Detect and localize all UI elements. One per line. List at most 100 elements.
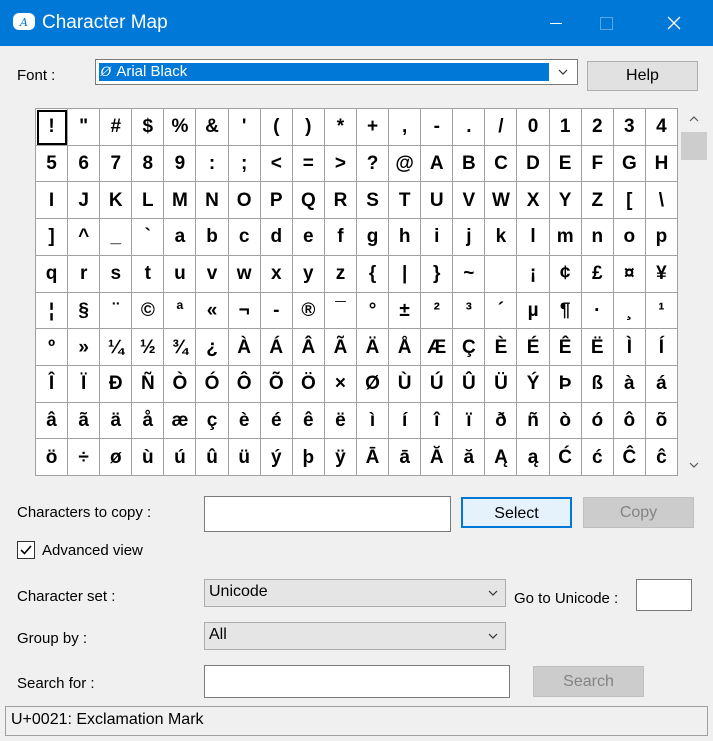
character-cell[interactable]: e — [292, 219, 325, 256]
character-cell[interactable]: ó — [581, 402, 614, 440]
character-cell[interactable]: M — [164, 182, 197, 220]
character-cell[interactable]: A — [421, 145, 454, 183]
minimize-button[interactable] — [534, 0, 578, 46]
character-cell[interactable]: À — [228, 329, 261, 366]
character-cell[interactable]: × — [324, 365, 357, 403]
character-cell[interactable]: ö — [36, 439, 69, 476]
character-cell[interactable]: â — [36, 402, 69, 440]
character-cell[interactable]: G — [613, 145, 646, 183]
character-cell[interactable]: 2 — [581, 109, 614, 146]
character-cell[interactable]: Ø — [356, 365, 390, 403]
character-cell[interactable]: h — [389, 219, 422, 256]
character-cell[interactable]: N — [196, 182, 229, 220]
character-cell[interactable]: 4 — [645, 109, 678, 146]
character-cell[interactable]: z — [324, 255, 357, 293]
character-cell[interactable]: é — [260, 402, 293, 440]
character-cell[interactable]: 7 — [100, 145, 133, 183]
character-cell[interactable]: Í — [645, 329, 678, 366]
character-cell[interactable]: ¤ — [613, 255, 646, 293]
character-cell[interactable]: + — [356, 109, 390, 146]
character-cell[interactable]: E — [549, 145, 582, 183]
character-cell[interactable]: > — [324, 145, 357, 183]
character-cell[interactable]: l — [517, 219, 550, 256]
character-cell[interactable]: Ó — [196, 365, 229, 403]
character-cell[interactable]: á — [645, 365, 678, 403]
character-cell[interactable]: } — [421, 255, 454, 293]
character-cell[interactable]: ¾ — [164, 329, 197, 366]
close-button[interactable] — [652, 0, 696, 46]
help-button[interactable]: Help — [587, 61, 698, 91]
go-to-unicode-input[interactable] — [636, 579, 692, 611]
character-cell[interactable]: Õ — [260, 365, 293, 403]
character-cell[interactable]: í — [389, 402, 422, 440]
character-cell[interactable]: Ç — [453, 329, 486, 366]
character-cell[interactable]: ă — [453, 439, 486, 476]
character-cell[interactable]: 0 — [517, 109, 550, 146]
character-cell[interactable]: ¥ — [645, 255, 678, 293]
character-cell[interactable]: * — [324, 109, 357, 146]
character-cell[interactable]: u — [164, 255, 197, 293]
character-cell[interactable]: Ã — [324, 329, 357, 366]
character-cell[interactable]: õ — [645, 402, 678, 440]
character-cell[interactable]: ß — [581, 365, 614, 403]
character-cell[interactable]: Y — [549, 182, 582, 220]
character-cell[interactable]: / — [485, 109, 518, 146]
character-cell[interactable]: ¼ — [100, 329, 133, 366]
character-cell[interactable]: Ĉ — [613, 439, 646, 476]
character-cell[interactable]: È — [485, 329, 518, 366]
character-cell[interactable]: ¸ — [613, 292, 646, 330]
character-cell[interactable]: U — [421, 182, 454, 220]
character-cell[interactable]: Â — [292, 329, 325, 366]
character-cell[interactable]: $ — [132, 109, 165, 146]
character-cell[interactable]: · — [581, 292, 614, 330]
character-cell[interactable]: , — [389, 109, 422, 146]
character-cell[interactable]: ā — [389, 439, 422, 476]
character-cell[interactable]: H — [645, 145, 678, 183]
scroll-thumb[interactable] — [681, 132, 707, 160]
character-cell[interactable]: 1 — [549, 109, 582, 146]
character-cell[interactable]: Ä — [356, 329, 390, 366]
character-set-dropdown[interactable]: Unicode — [204, 579, 506, 607]
character-cell[interactable]: ì — [356, 402, 390, 440]
character-cell[interactable]: Ò — [164, 365, 197, 403]
character-cell[interactable]: g — [356, 219, 390, 256]
character-cell[interactable]: ã — [68, 402, 101, 440]
character-cell[interactable]: µ — [517, 292, 550, 330]
character-cell[interactable]: _ — [100, 219, 133, 256]
character-cell[interactable]: ç — [196, 402, 229, 440]
character-cell[interactable]: m — [549, 219, 582, 256]
character-cell[interactable]: Ð — [100, 365, 133, 403]
character-cell[interactable]: ð — [485, 402, 518, 440]
advanced-view-checkbox[interactable] — [17, 541, 35, 559]
character-cell[interactable]: î — [421, 402, 454, 440]
character-cell[interactable]: ý — [260, 439, 293, 476]
character-cell[interactable]: ^ — [68, 219, 101, 256]
character-cell[interactable]: I — [36, 182, 69, 220]
character-cell[interactable]: ¹ — [645, 292, 678, 330]
character-cell[interactable]: à — [613, 365, 646, 403]
character-cell[interactable]: Q — [292, 182, 325, 220]
character-cell[interactable]: i — [421, 219, 454, 256]
character-cell[interactable]: C — [485, 145, 518, 183]
character-cell[interactable]: ä — [100, 402, 133, 440]
character-cell[interactable]: J — [68, 182, 101, 220]
font-dropdown[interactable]: Ø Arial Black — [95, 59, 578, 85]
character-cell[interactable]: ¡ — [517, 255, 550, 293]
character-cell[interactable]: ° — [356, 292, 390, 330]
character-cell[interactable]: ; — [228, 145, 261, 183]
character-cell[interactable]: ¢ — [549, 255, 582, 293]
chevron-down-icon[interactable] — [558, 67, 568, 77]
character-cell[interactable]: r — [68, 255, 101, 293]
character-cell[interactable]: T — [389, 182, 422, 220]
scroll-down-button[interactable] — [684, 458, 704, 472]
character-cell[interactable]: ï — [453, 402, 486, 440]
character-cell[interactable]: y — [292, 255, 325, 293]
copy-button[interactable]: Copy — [583, 497, 694, 528]
character-cell[interactable]: ô — [613, 402, 646, 440]
character-cell[interactable]: & — [196, 109, 229, 146]
character-cell[interactable]: ½ — [132, 329, 165, 366]
character-cell[interactable]: D — [517, 145, 550, 183]
character-grid[interactable]: ! " # $% & '() * +, -./0 1 2 3 4 5 6 7 8 9:; < = >? @ A B C D E F G H… — [35, 108, 678, 476]
character-cell[interactable]: % — [164, 109, 197, 146]
character-cell[interactable]: å — [132, 402, 165, 440]
